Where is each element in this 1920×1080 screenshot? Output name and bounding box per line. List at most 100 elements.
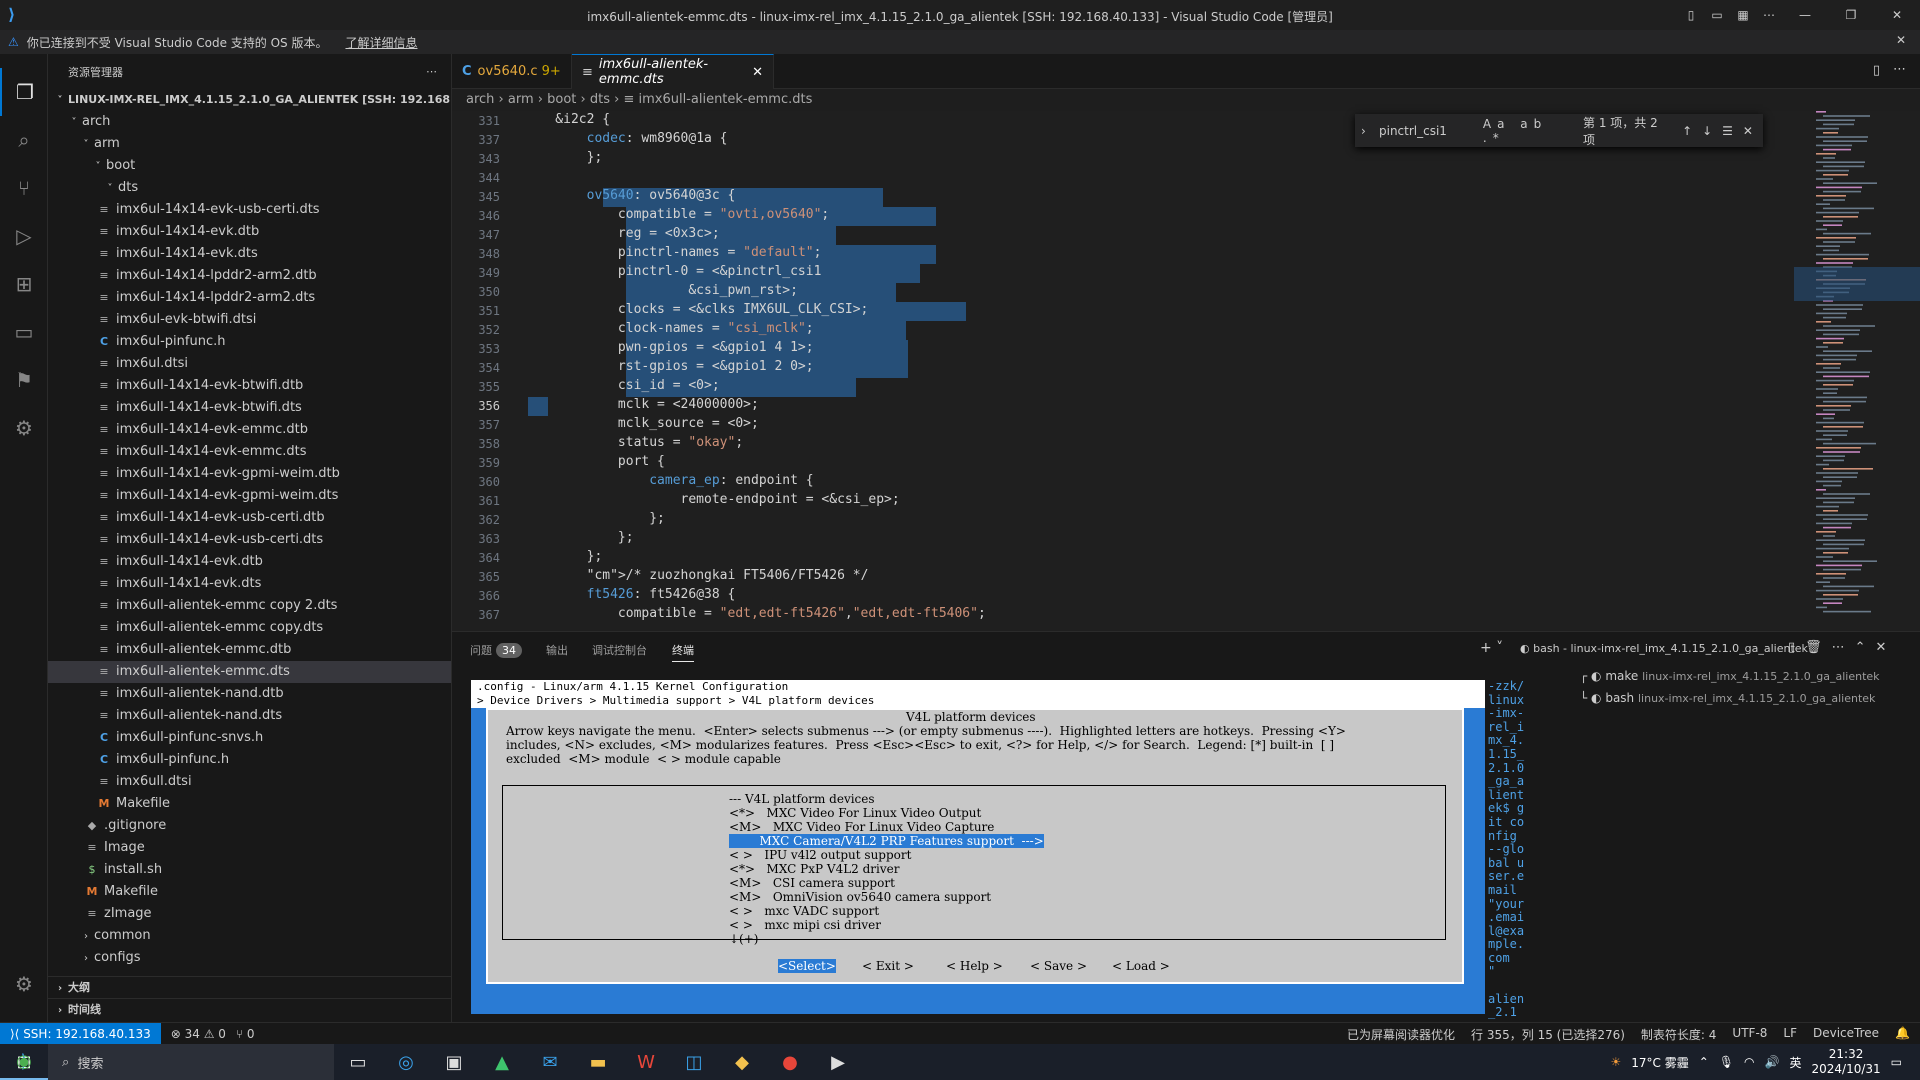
tree-file[interactable]: Cimx6ull-pinfunc-snvs.h: [48, 727, 451, 749]
tab-problems[interactable]: 问题 34: [470, 642, 522, 658]
tree-file[interactable]: ≡ imx6ul-14x14-evk.dts: [48, 243, 451, 265]
wps-icon[interactable]: W: [622, 1044, 670, 1080]
nvidia-icon[interactable]: ▲: [478, 1044, 526, 1080]
remote-indicator[interactable]: ⟩⟨ SSH: 192.168.40.133: [0, 1022, 161, 1045]
edge-icon[interactable]: ◎: [382, 1044, 430, 1080]
tree-file[interactable]: ≡ imx6ull-14x14-evk-usb-certi.dtb: [48, 507, 451, 529]
menuconfig-item[interactable]: <M> MXC Video For Linux Video Capture: [729, 820, 994, 834]
toggle-sidebar-icon[interactable]: ▯: [1678, 0, 1704, 30]
tree-file[interactable]: ◆ .gitignore: [48, 815, 451, 837]
editor-more-icon[interactable]: ⋯: [1893, 62, 1906, 77]
device-tree-icon[interactable]: ⚙: [0, 404, 48, 452]
file-explorer-icon[interactable]: ▬: [574, 1044, 622, 1080]
run-debug-icon[interactable]: ▷: [0, 212, 48, 260]
tree-folder-arm[interactable]: ˅ arm: [48, 133, 451, 155]
chrome-icon[interactable]: ◉: [0, 1044, 48, 1080]
menuconfig-item[interactable]: <*> MXC PxP V4L2 driver: [729, 862, 900, 876]
ime-indicator[interactable]: 英: [1789, 1054, 1801, 1071]
find-input[interactable]: pinctrl_csi1: [1379, 124, 1473, 138]
task-view-icon[interactable]: ▭: [334, 1044, 382, 1080]
line-ending[interactable]: LF: [1783, 1026, 1797, 1043]
find-nav-buttons[interactable]: ↑↓☰✕: [1682, 124, 1763, 138]
media-player-icon[interactable]: ▶: [814, 1044, 862, 1080]
tree-file[interactable]: ≡ imx6ull-14x14-evk-btwifi.dtb: [48, 375, 451, 397]
tab-ov5640-c[interactable]: C ov5640.c 9+: [452, 54, 572, 89]
menuconfig-item[interactable]: <*> MXC Video For Linux Video Output: [729, 806, 981, 820]
settings-gear-icon[interactable]: ⚙: [0, 960, 48, 1008]
remote-explorer-icon[interactable]: ▭: [0, 308, 48, 356]
tree-folder-arch[interactable]: ˅ arch: [48, 111, 451, 133]
explorer-more-icon[interactable]: ⋯: [426, 65, 437, 78]
screen-reader-status[interactable]: 已为屏幕阅读器优化: [1347, 1026, 1455, 1043]
store-icon[interactable]: ▣: [430, 1044, 478, 1080]
minimize-button[interactable]: —: [1782, 0, 1828, 30]
learn-more-link[interactable]: 了解详细信息: [345, 34, 417, 51]
tree-file[interactable]: ≡ Image: [48, 837, 451, 859]
menuconfig-item[interactable]: ↓(+): [729, 932, 758, 946]
tab-imx6ull-alientek-emmc-dts[interactable]: ≡ imx6ull-alientek-emmc.dts ✕: [572, 54, 774, 89]
menuconfig-button[interactable]: < Save >: [1030, 959, 1087, 973]
weather-text[interactable]: 17°C 雾霾: [1631, 1054, 1688, 1071]
tree-file[interactable]: ≡ imx6ul-14x14-evk.dtb: [48, 221, 451, 243]
menuconfig-button[interactable]: < Exit >: [862, 959, 914, 973]
volume-icon[interactable]: 🔊: [1765, 1055, 1780, 1069]
tab-size[interactable]: 制表符长度: 4: [1641, 1026, 1717, 1043]
toggle-panel-icon[interactable]: ▭: [1704, 0, 1730, 30]
clock[interactable]: 21:32 2024/10/31: [1811, 1047, 1880, 1077]
tree-file[interactable]: ≡ imx6ul-evk-btwifi.dtsi: [48, 309, 451, 331]
bookmarks-icon[interactable]: ⚑: [0, 356, 48, 404]
action-center-icon[interactable]: ▭: [1891, 1055, 1902, 1069]
tree-file[interactable]: ≡ imx6ull-14x14-evk-usb-certi.dts: [48, 529, 451, 551]
menuconfig-item[interactable]: MXC Camera/V4L2 PRP Features support ---…: [729, 834, 1044, 848]
menuconfig-button[interactable]: <Select>: [778, 959, 836, 973]
tab-terminal[interactable]: 终端: [672, 642, 694, 662]
tree-file[interactable]: ≡ imx6ull-14x14-evk-gpmi-weim.dts: [48, 485, 451, 507]
more-icon[interactable]: ⋯: [1756, 0, 1782, 30]
minimap[interactable]: [1794, 111, 1920, 631]
close-notification-icon[interactable]: ✕: [1896, 33, 1906, 47]
terminal-item-bash[interactable]: └ ◐ bash linux-imx-rel_imx_4.1.15_2.1.0_…: [1580, 687, 1920, 709]
tree-file[interactable]: ≡ imx6ull-14x14-evk.dtb: [48, 551, 451, 573]
record-icon[interactable]: ●: [766, 1044, 814, 1080]
tree-file[interactable]: M Makefile: [48, 881, 451, 903]
tree-file[interactable]: M Makefile: [48, 793, 451, 815]
crumb-arch[interactable]: arch: [466, 92, 494, 107]
mic-icon[interactable]: 🎙: [1719, 1055, 1734, 1069]
problems-status[interactable]: ⊗ 34 ⚠ 0: [171, 1027, 226, 1041]
menuconfig-item[interactable]: <M> OmniVision ov5640 camera support: [729, 890, 991, 904]
toggle-replace-icon[interactable]: ›: [1361, 124, 1366, 138]
tree-file[interactable]: ≡ imx6ul-14x14-lpddr2-arm2.dts: [48, 287, 451, 309]
crumb-arm[interactable]: arm: [508, 92, 534, 107]
minimap-viewport[interactable]: [1794, 267, 1920, 301]
layout-icon[interactable]: ▦: [1730, 0, 1756, 30]
network-icon[interactable]: ◠: [1744, 1055, 1754, 1069]
extensions-icon[interactable]: ⊞: [0, 260, 48, 308]
terminal-item-make[interactable]: ┌ ◐ make linux-imx-rel_imx_4.1.15_2.1.0_…: [1580, 665, 1920, 687]
tree-folder-configs[interactable]: › configs: [48, 947, 451, 967]
tree-file[interactable]: ≡ imx6ull-14x14-evk-btwifi.dts: [48, 397, 451, 419]
tree-file[interactable]: ≡ imx6ull-14x14-evk-emmc.dts: [48, 441, 451, 463]
menuconfig-item[interactable]: < > IPU v4l2 output support: [729, 848, 911, 862]
language-mode[interactable]: DeviceTree: [1813, 1026, 1879, 1043]
close-window-button[interactable]: ✕: [1874, 0, 1920, 30]
tree-file[interactable]: ≡ imx6ull-14x14-evk-gpmi-weim.dtb: [48, 463, 451, 485]
section-0[interactable]: › 大纲: [48, 976, 451, 998]
explorer-icon[interactable]: ❐: [0, 68, 48, 116]
menuconfig-button[interactable]: < Load >: [1112, 959, 1170, 973]
crumb-dts[interactable]: dts: [590, 92, 610, 107]
tree-file[interactable]: ≡ imx6ull-alientek-emmc.dts: [48, 661, 451, 683]
new-terminal-icon[interactable]: + ˅: [1480, 640, 1503, 656]
ports-status[interactable]: ⑂ 0: [236, 1027, 255, 1041]
restore-button[interactable]: ❐: [1828, 0, 1874, 30]
code-editor[interactable]: 331 &i2c2 {337 codec: wm8960@1a {343 }; 3…: [452, 111, 1794, 631]
tree-root-folder[interactable]: ˅ LINUX-IMX-REL_IMX_4.1.15_2.1.0_GA_ALIEN…: [48, 89, 452, 111]
menuconfig-item[interactable]: < > mxc mipi csi driver: [729, 918, 881, 932]
taskbar-search[interactable]: ⌕ 搜索: [48, 1044, 334, 1080]
tree-file[interactable]: ≡ imx6ull-alientek-emmc copy.dts: [48, 617, 451, 639]
tree-file[interactable]: ≡ imx6ull-alientek-nand.dts: [48, 705, 451, 727]
tree-file[interactable]: ≡ zImage: [48, 903, 451, 925]
split-editor-icon[interactable]: ▯: [1873, 63, 1880, 78]
tab-debug-console[interactable]: 调试控制台: [592, 642, 647, 658]
tree-file[interactable]: ≡ imx6ul.dtsi: [48, 353, 451, 375]
section-1[interactable]: › 时间线: [48, 998, 451, 1020]
